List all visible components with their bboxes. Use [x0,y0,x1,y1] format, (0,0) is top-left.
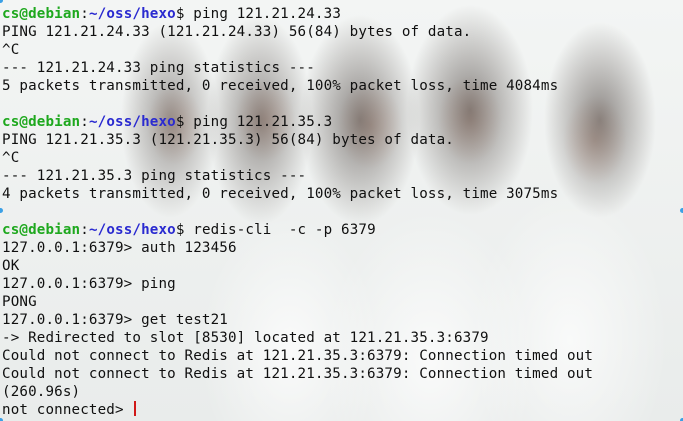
prompt-symbol: $ [175,114,185,130]
prompt-user-host: cs@debian [2,6,81,22]
output-text: 4 packets transmitted, 0 received, 100% … [2,186,559,202]
prompt-line: cs@debian:~/oss/hexo$ ping 121.21.24.33 [2,5,593,23]
output-line: 127.0.0.1:6379> auth 123456 [2,239,593,257]
output-line: 4 packets transmitted, 0 received, 100% … [2,185,593,203]
output-text: Could not connect to Redis at 121.21.35.… [2,348,594,364]
output-text: ^C [2,150,20,166]
output-line: -> Redirected to slot [8530] located at … [2,329,593,347]
prompt-path: ~/oss/hexo [88,114,176,130]
prompt-colon: : [80,6,89,22]
output-line: Could not connect to Redis at 121.21.35.… [2,347,593,365]
output-line: (260.96s) [2,383,593,401]
terminal-window[interactable]: cs@debian:~/oss/hexo$ ping 121.21.24.33 P… [0,0,683,421]
prompt-symbol: $ [175,222,185,238]
prompt-path: ~/oss/hexo [88,222,176,238]
command-text: ping 121.21.24.33 [184,6,342,22]
prompt-line: cs@debian:~/oss/hexo$ ping 121.21.35.3 [2,113,593,131]
output-text: -> Redirected to slot [8530] located at … [2,330,489,346]
prompt-colon: : [80,114,89,130]
output-text: PING 121.21.35.3 (121.21.35.3) 56(84) by… [2,132,454,148]
output-line: PING 121.21.24.33 (121.21.24.33) 56(84) … [2,23,593,41]
output-text: 127.0.0.1:6379> ping [2,276,176,292]
redis-prompt: not connected> [2,402,133,418]
output-line: --- 121.21.35.3 ping statistics --- [2,167,593,185]
output-text: PONG [2,294,37,310]
output-line: OK [2,257,593,275]
output-line: PONG [2,293,593,311]
redis-input-line: not connected> [2,401,593,419]
prompt-colon: : [80,222,89,238]
command-text: redis-cli -c -p 6379 [184,222,376,238]
output-line: PING 121.21.35.3 (121.21.35.3) 56(84) by… [2,131,593,149]
output-line: --- 121.21.24.33 ping statistics --- [2,59,593,77]
prompt-line: cs@debian:~/oss/hexo$ redis-cli -c -p 63… [2,221,593,239]
output-line: 5 packets transmitted, 0 received, 100% … [2,77,593,95]
output-text: PING 121.21.24.33 (121.21.24.33) 56(84) … [2,24,472,40]
prompt-user-host: cs@debian [2,114,81,130]
output-text: ^C [2,42,20,58]
output-line: 127.0.0.1:6379> get test21 [2,311,593,329]
terminal-output[interactable]: cs@debian:~/oss/hexo$ ping 121.21.24.33 P… [2,5,593,419]
output-text: 5 packets transmitted, 0 received, 100% … [2,78,559,94]
text-cursor[interactable] [134,401,137,416]
output-line: Could not connect to Redis at 121.21.35.… [2,365,593,383]
output-text: (260.96s) [2,384,81,400]
output-text: --- 121.21.24.33 ping statistics --- [2,60,315,76]
output-text: OK [2,258,20,274]
prompt-user-host: cs@debian [2,222,81,238]
output-line: ^C [2,41,593,59]
prompt-path: ~/oss/hexo [88,6,176,22]
command-text: ping 121.21.35.3 [184,114,333,130]
output-text: 127.0.0.1:6379> auth 123456 [2,240,237,256]
output-text: Could not connect to Redis at 121.21.35.… [2,366,594,382]
output-line: ^C [2,149,593,167]
output-line: 127.0.0.1:6379> ping [2,275,593,293]
output-text: --- 121.21.35.3 ping statistics --- [2,168,307,184]
prompt-symbol: $ [175,6,185,22]
output-text: 127.0.0.1:6379> get test21 [2,312,228,328]
